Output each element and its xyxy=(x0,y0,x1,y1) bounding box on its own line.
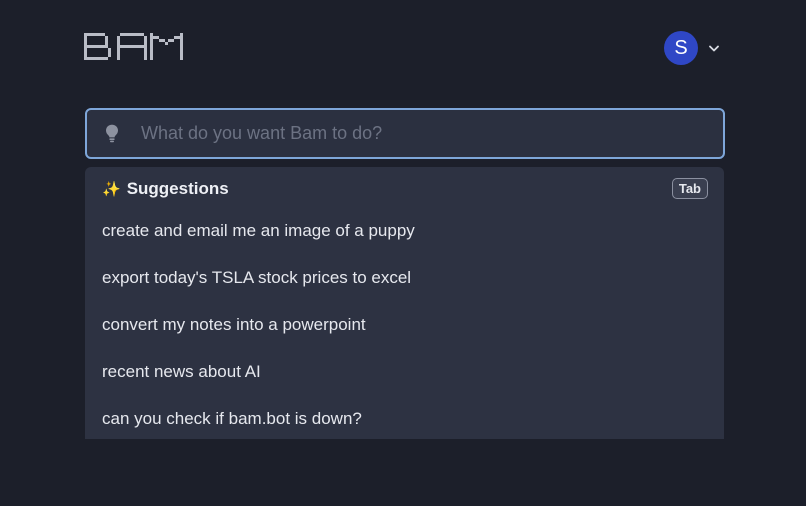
suggestion-item[interactable]: can you check if bam.bot is down? xyxy=(85,395,724,442)
avatar[interactable]: S xyxy=(664,31,698,65)
lightbulb-icon xyxy=(103,124,121,144)
logo-letter-b xyxy=(84,33,111,60)
search-box[interactable] xyxy=(85,108,725,159)
bam-logo[interactable] xyxy=(84,33,183,60)
sparkles-icon: ✨ xyxy=(102,180,121,198)
search-input[interactable] xyxy=(139,112,723,155)
suggestion-item[interactable]: create and email me an image of a puppy xyxy=(85,207,724,254)
chevron-down-icon[interactable] xyxy=(708,42,720,54)
suggestions-list: create and email me an image of a puppy … xyxy=(85,207,724,442)
account-menu[interactable]: S xyxy=(664,31,720,65)
logo-letter-a xyxy=(117,33,147,60)
suggestion-item[interactable]: export today's TSLA stock prices to exce… xyxy=(85,254,724,301)
logo-letter-m xyxy=(150,33,183,60)
suggestion-item[interactable]: convert my notes into a powerpoint xyxy=(85,301,724,348)
suggestions-header: ✨ Suggestions xyxy=(102,179,229,199)
suggestions-panel: ✨ Suggestions Tab create and email me an… xyxy=(85,167,724,439)
suggestions-title: Suggestions xyxy=(126,179,229,198)
tab-shortcut-badge: Tab xyxy=(671,178,708,199)
suggestion-item[interactable]: recent news about AI xyxy=(85,348,724,395)
page: S ✨ Suggestions Tab create and email me … xyxy=(0,0,806,506)
